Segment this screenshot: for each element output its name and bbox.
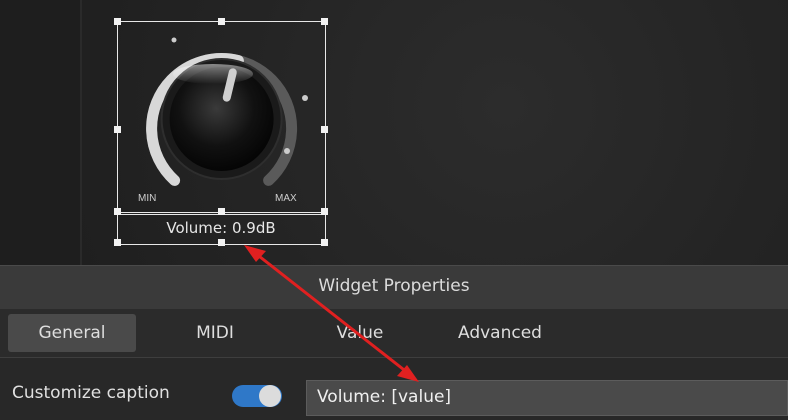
resize-handle[interactable] [321,239,328,246]
tab-advanced[interactable]: Advanced [440,314,560,352]
resize-handle[interactable] [321,208,328,215]
knob-caption[interactable]: Volume: 0.9dB [116,219,326,237]
resize-handle[interactable] [114,239,121,246]
properties-tabs: General MIDI Value Advanced [0,309,788,357]
tab-midi[interactable]: MIDI [160,314,270,352]
toggle-switch-icon [259,385,281,407]
customize-caption-label: Customize caption [12,383,170,403]
tab-general[interactable]: General [8,314,136,352]
tab-value[interactable]: Value [300,314,420,352]
resize-handle[interactable] [218,18,225,25]
resize-handle[interactable] [218,239,225,246]
resize-handle[interactable] [321,18,328,25]
resize-handle[interactable] [321,126,328,133]
properties-panel-title: Widget Properties [318,276,470,296]
caption-input[interactable]: Volume: [value] [306,380,788,416]
resize-handle[interactable] [218,208,225,215]
resize-handle[interactable] [114,126,121,133]
knob-selection-box [117,21,326,213]
resize-handle[interactable] [114,18,121,25]
customize-caption-toggle[interactable] [232,385,282,407]
resize-handle[interactable] [114,208,121,215]
